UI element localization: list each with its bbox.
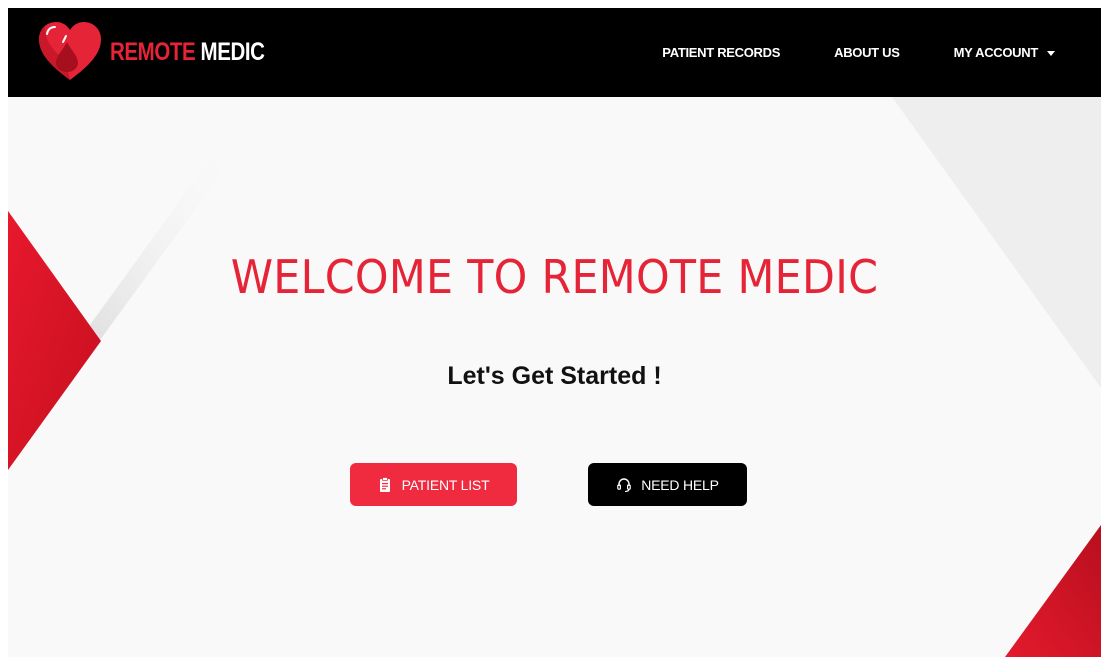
brand-name-part2: MEDIC — [200, 37, 265, 66]
headset-icon — [617, 477, 632, 492]
nav-links: PATIENT RECORDS ABOUT US MY ACCOUNT — [662, 8, 1055, 97]
brand[interactable]: REMOTE MEDIC — [38, 22, 298, 82]
page-frame: REMOTE MEDIC PATIENT RECORDS ABOUT US MY… — [8, 8, 1101, 657]
nav-my-account[interactable]: MY ACCOUNT — [954, 45, 1055, 60]
red-triangle-bottom-right — [1005, 525, 1101, 657]
shadow-band-left — [66, 148, 240, 358]
hero-title: WELCOME TO REMOTE MEDIC — [230, 250, 879, 304]
heart-blood-drop-icon — [39, 22, 101, 80]
grey-fold-top-right — [892, 97, 1101, 388]
background-decoration — [8, 97, 1101, 657]
need-help-label: NEED HELP — [641, 476, 719, 493]
nav-my-account-label: MY ACCOUNT — [953, 45, 1039, 60]
caret-down-icon — [1047, 51, 1055, 56]
clipboard-icon — [379, 476, 390, 492]
nav-patient-records[interactable]: PATIENT RECORDS — [662, 45, 780, 60]
patient-list-button[interactable]: PATIENT LIST — [350, 463, 517, 506]
brand-name-part1: REMOTE — [110, 37, 196, 66]
red-triangle-left — [8, 211, 101, 470]
nav-about-us[interactable]: ABOUT US — [834, 45, 900, 60]
navbar: REMOTE MEDIC PATIENT RECORDS ABOUT US MY… — [8, 8, 1101, 97]
patient-list-label: PATIENT LIST — [401, 476, 490, 493]
need-help-button[interactable]: NEED HELP — [588, 463, 747, 506]
hero-subtitle: Let's Get Started ! — [447, 362, 662, 390]
brand-name: REMOTE MEDIC — [110, 37, 265, 66]
